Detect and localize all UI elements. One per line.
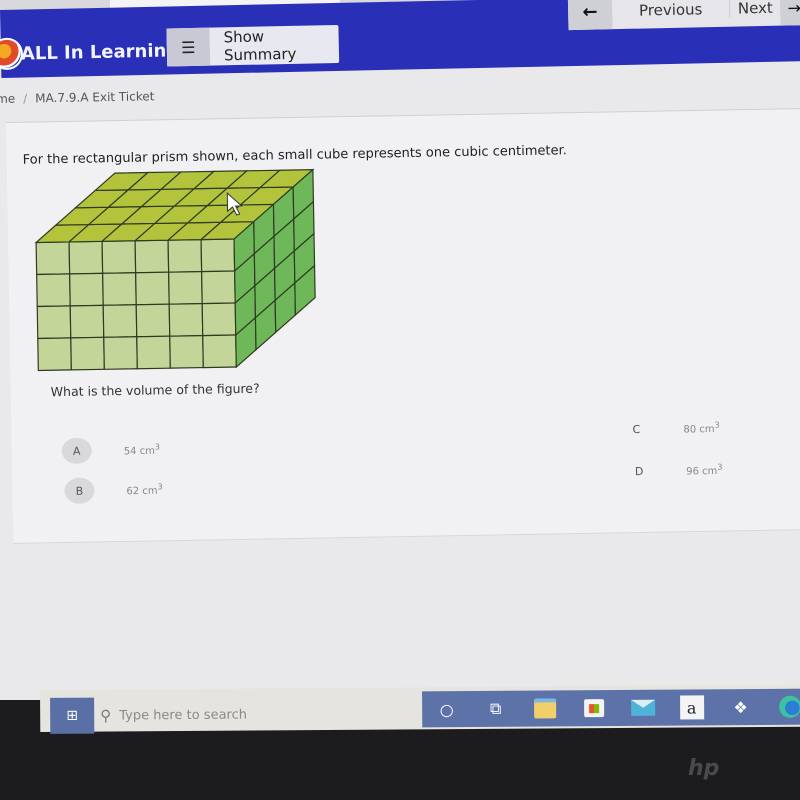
front-cube-face bbox=[36, 273, 71, 308]
screen: ALL In Learning ☰ Show Summary ← Previou… bbox=[0, 0, 800, 700]
taskbar-apps: ○ ⧉ a ❖ bbox=[422, 688, 800, 728]
front-cube-face bbox=[200, 238, 236, 273]
choice-value: 96 cm3 bbox=[686, 462, 723, 478]
breadcrumb-current: MA.7.9.A Exit Ticket bbox=[35, 89, 155, 106]
front-cube-face bbox=[102, 304, 138, 338]
rectangular-prism-figure bbox=[34, 168, 316, 372]
list-icon: ☰ bbox=[166, 27, 211, 67]
show-summary-label: Show Summary bbox=[223, 27, 297, 65]
arrow-right-icon[interactable]: → bbox=[779, 0, 800, 26]
question-card: For the rectangular prism shown, each sm… bbox=[6, 107, 800, 544]
front-cube-face bbox=[134, 239, 170, 274]
front-cube-face bbox=[69, 272, 104, 307]
app-header: ALL In Learning ☰ Show Summary ← Previou… bbox=[0, 0, 800, 78]
breadcrumb: me / MA.7.9.A Exit Ticket bbox=[0, 89, 154, 106]
front-cube-face bbox=[169, 334, 204, 369]
search-icon: ⚲ bbox=[100, 706, 112, 725]
show-summary-button[interactable]: ☰ Show Summary bbox=[166, 24, 340, 67]
front-cube-face bbox=[136, 335, 171, 370]
dropbox-icon[interactable]: ❖ bbox=[716, 689, 765, 725]
task-view-icon[interactable]: ⧉ bbox=[471, 691, 520, 727]
front-cube-face bbox=[101, 240, 137, 274]
front-cube-face bbox=[70, 336, 105, 371]
choice-value: 80 cm3 bbox=[683, 420, 720, 436]
file-explorer-icon[interactable] bbox=[520, 690, 569, 726]
front-cube-face bbox=[167, 239, 203, 273]
choice-letter: B bbox=[64, 477, 95, 505]
breadcrumb-separator: / bbox=[23, 91, 28, 106]
next-button[interactable]: Next bbox=[730, 0, 780, 18]
choice-b[interactable]: B 62 cm3 bbox=[64, 476, 163, 505]
front-cube-face bbox=[36, 305, 72, 340]
front-cube-face bbox=[103, 336, 138, 370]
front-cube-face bbox=[168, 302, 204, 337]
brand-name: ALL In Learning bbox=[20, 40, 180, 65]
amazon-icon[interactable]: a bbox=[667, 689, 716, 725]
choice-letter: D bbox=[634, 464, 644, 478]
front-cube-face bbox=[201, 270, 236, 305]
front-cube-face bbox=[37, 337, 72, 372]
choice-a[interactable]: A 54 cm3 bbox=[61, 436, 161, 465]
microsoft-store-icon[interactable] bbox=[569, 690, 618, 726]
question-navigation: ← Previous Next → bbox=[567, 0, 800, 31]
front-cube-face bbox=[202, 334, 237, 369]
previous-button[interactable]: Previous bbox=[611, 0, 731, 21]
front-cube-face bbox=[135, 303, 171, 338]
choice-c[interactable]: C 80 cm3 bbox=[621, 415, 720, 443]
choice-value: 62 cm3 bbox=[126, 482, 163, 498]
choice-value: 54 cm3 bbox=[123, 442, 161, 458]
front-cube-face bbox=[201, 302, 237, 337]
cortana-icon[interactable]: ○ bbox=[422, 691, 471, 727]
windows-start-button[interactable]: ⊞ bbox=[50, 697, 95, 734]
front-cube-face bbox=[168, 270, 203, 305]
choice-d[interactable]: D 96 cm3 bbox=[624, 457, 723, 485]
brand-logo-icon bbox=[0, 37, 24, 71]
question-prompt: What is the volume of the figure? bbox=[50, 380, 260, 400]
choice-letter: A bbox=[61, 437, 92, 465]
front-cube-face bbox=[135, 271, 170, 306]
arrow-left-icon[interactable]: ← bbox=[567, 0, 613, 31]
edge-icon[interactable] bbox=[765, 689, 800, 725]
front-cube-face bbox=[102, 272, 137, 306]
windows-taskbar: ⊞ ⚲ Type here to search ○ ⧉ a ❖ bbox=[40, 684, 800, 734]
choice-letter: C bbox=[632, 422, 641, 436]
breadcrumb-home[interactable]: me bbox=[0, 92, 15, 106]
hp-logo: hp bbox=[688, 756, 720, 781]
taskbar-search[interactable]: ⚲ Type here to search bbox=[100, 697, 420, 731]
front-cube-face bbox=[69, 304, 105, 339]
mail-icon[interactable] bbox=[618, 690, 667, 726]
search-placeholder: Type here to search bbox=[119, 707, 248, 723]
front-cube-face bbox=[35, 241, 71, 276]
front-cube-face bbox=[68, 240, 104, 275]
